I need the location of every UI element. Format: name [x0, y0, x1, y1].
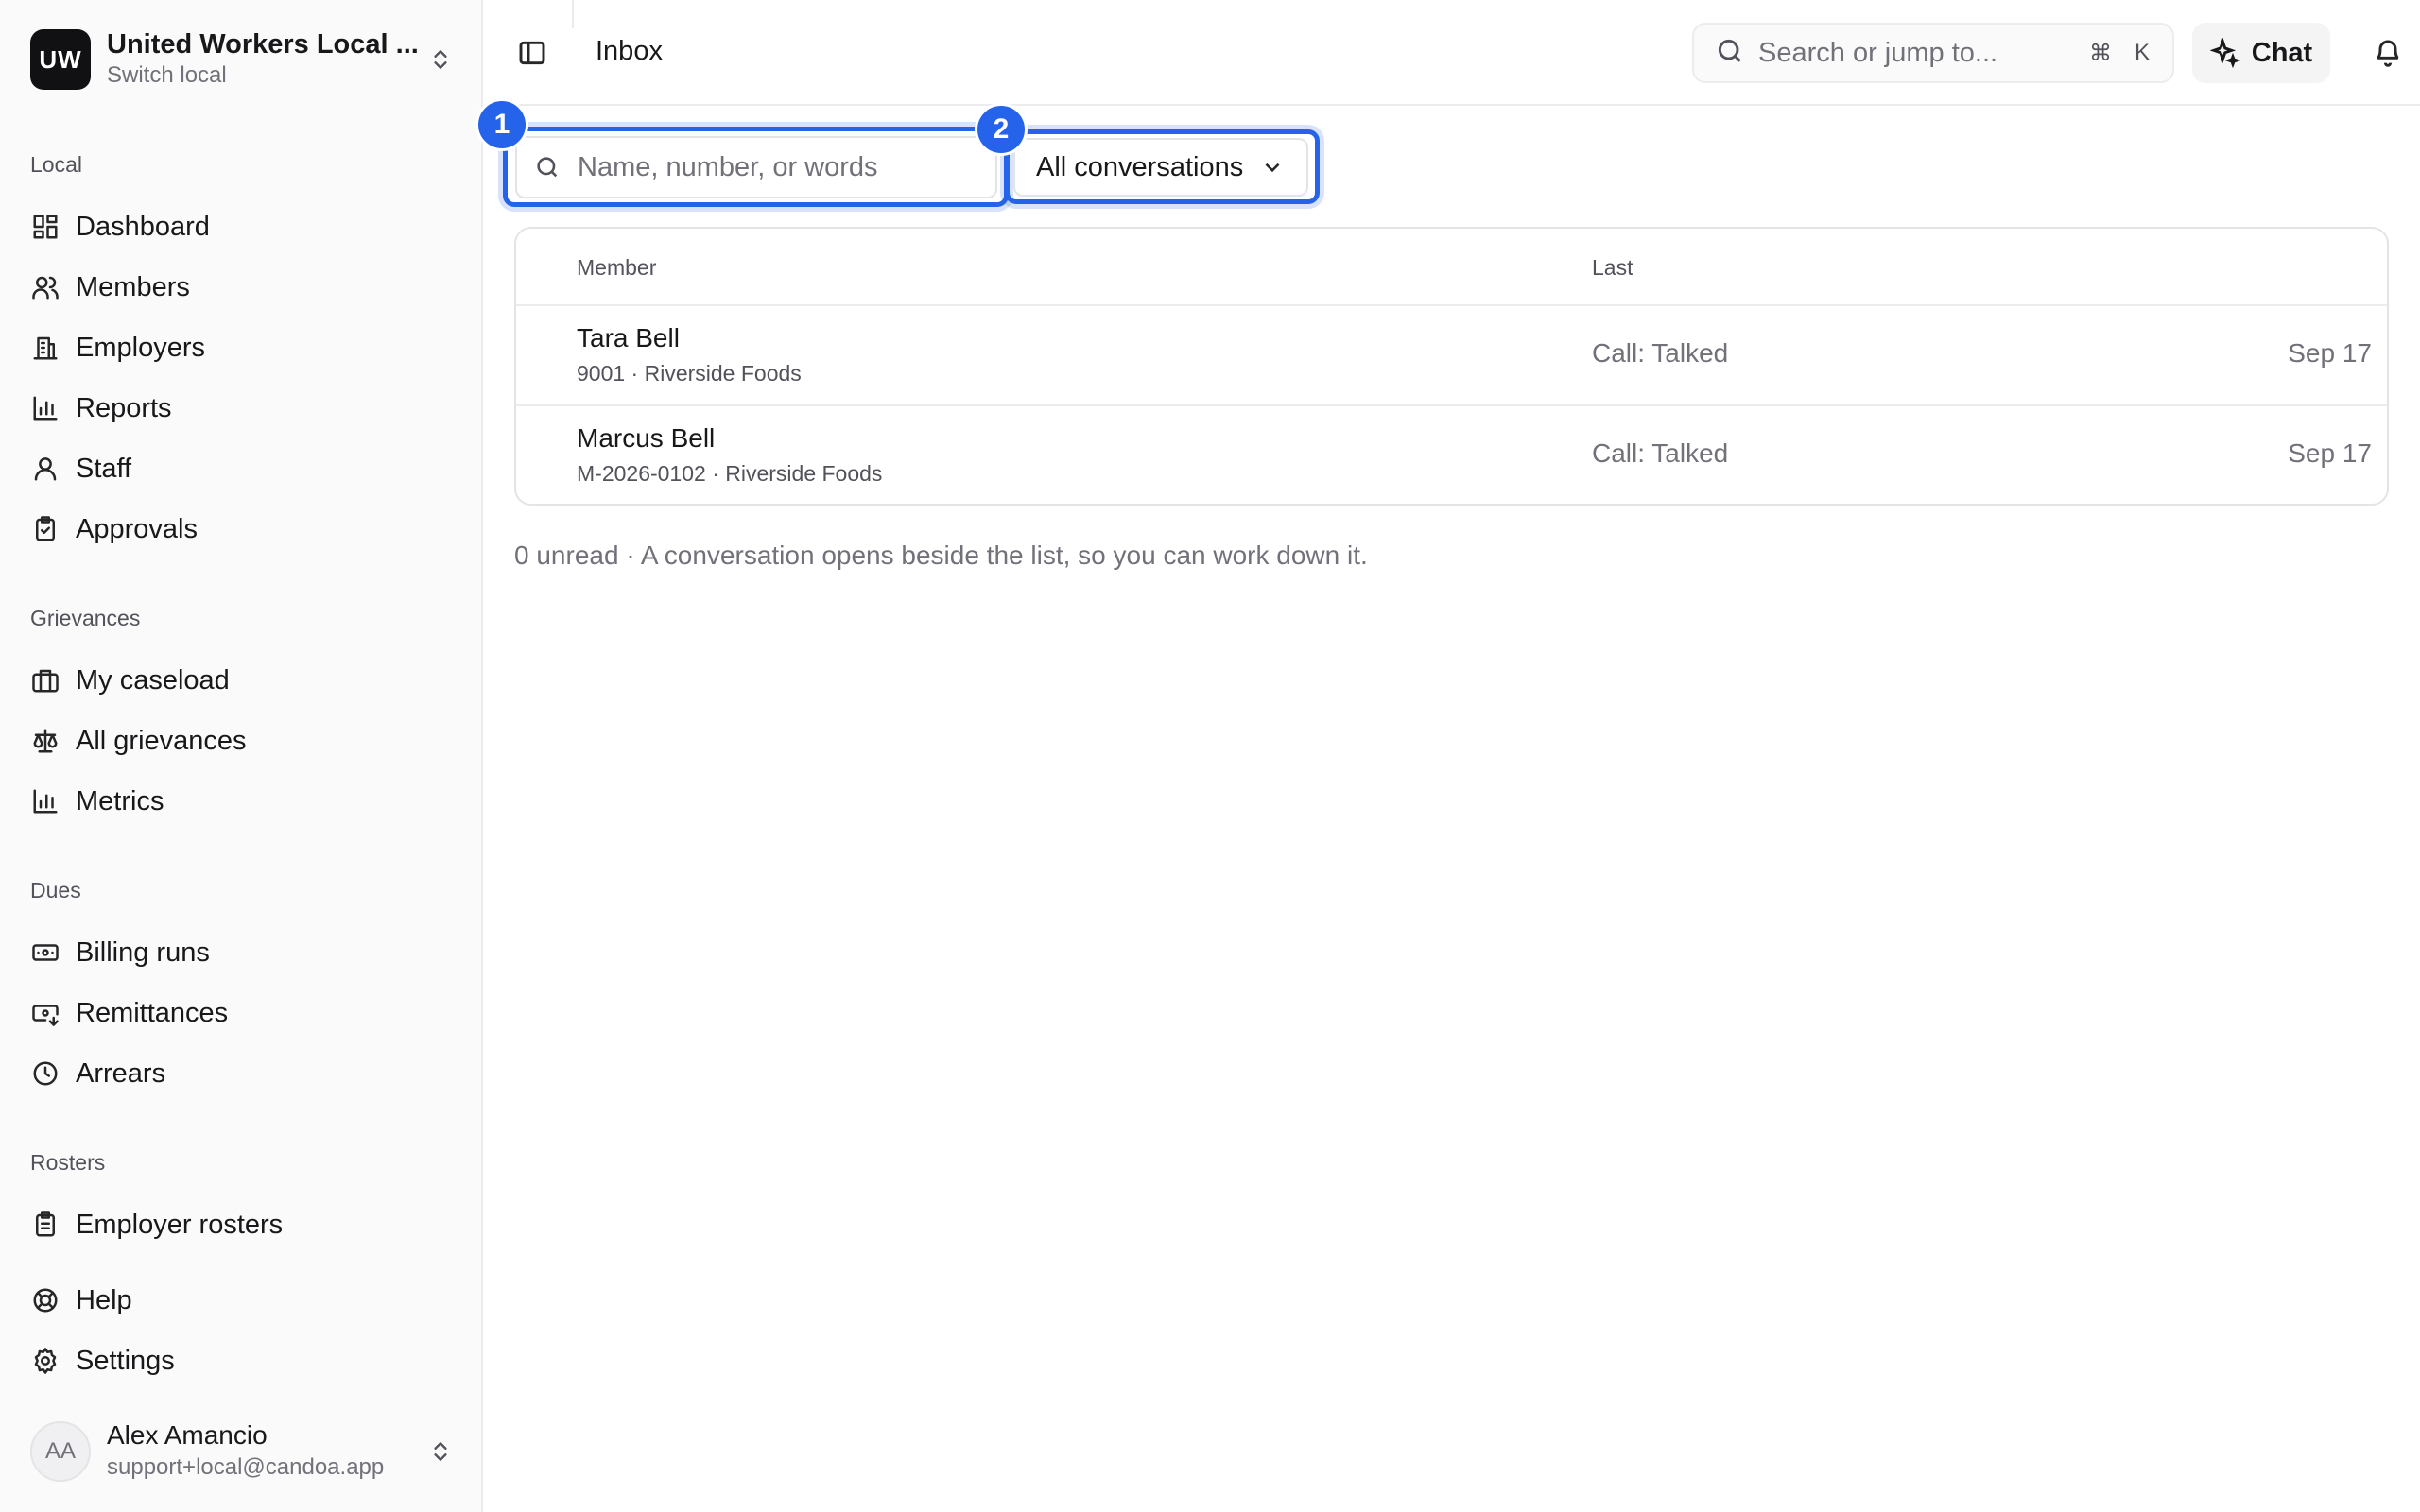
sidebar-item-label: Settings	[76, 1345, 175, 1376]
panel-left-icon	[519, 41, 545, 65]
sidebar-item-label: Employers	[76, 332, 205, 363]
member-name: Marcus Bell	[577, 423, 716, 453]
user-icon	[30, 454, 60, 484]
chevron-down-icon	[1265, 163, 1280, 173]
scale-icon	[30, 726, 60, 756]
chat-button[interactable]: Chat	[2192, 23, 2330, 83]
clipboard-check-icon	[30, 514, 60, 544]
last-date: Sep 17	[2288, 338, 2372, 368]
sidebar-item-reports[interactable]: Reports	[30, 384, 454, 433]
user-menu[interactable]: AA Alex Amancio support+local@candoa.app	[30, 1418, 454, 1486]
sidebar-item-label: Remittances	[76, 997, 229, 1028]
user-email: support+local@candoa.app	[107, 1454, 385, 1480]
section-label-rosters: Rosters	[30, 1150, 106, 1175]
sparkles-icon	[2209, 38, 2240, 68]
chevron-updown-icon	[427, 41, 454, 78]
dashboard-icon	[30, 212, 60, 242]
sidebar-item-label: Staff	[76, 453, 132, 484]
sidebar-item-help[interactable]: Help	[30, 1276, 454, 1325]
search-icon	[1715, 36, 1745, 71]
sidebar-item-approvals[interactable]: Approvals	[30, 505, 454, 554]
last-activity: Call: Talked	[1592, 438, 1729, 468]
sidebar-item-my-caseload[interactable]: My caseload	[30, 656, 454, 705]
notifications-button[interactable]	[2369, 34, 2407, 72]
breadcrumb: Inbox	[596, 36, 663, 66]
top-bar: Inbox Search or jump to... ⌘ K Chat	[485, 0, 2420, 106]
avatar: AA	[30, 1421, 91, 1482]
shortcut-key: K	[2134, 40, 2150, 65]
sidebar-item-label: Approvals	[76, 513, 198, 544]
sidebar-item-staff[interactable]: Staff	[30, 444, 454, 493]
global-search-placeholder: Search or jump to...	[1758, 37, 1998, 68]
member-details: 9001 · Riverside Foods	[577, 361, 802, 386]
users-icon	[30, 272, 60, 302]
member-details: M-2026-0102 · Riverside Foods	[577, 461, 883, 486]
sidebar-item-dashboard[interactable]: Dashboard	[30, 202, 454, 251]
banknote-arrow-icon	[30, 998, 60, 1028]
column-header-member: Member	[577, 255, 657, 280]
sidebar: UW United Workers Local ... Switch local…	[0, 0, 483, 1512]
sidebar-item-label: Employer rosters	[76, 1209, 284, 1240]
step-badge-1: 1	[475, 98, 528, 151]
user-name: Alex Amancio	[107, 1420, 268, 1450]
inbox-footnote: 0 unread · A conversation opens beside t…	[514, 541, 1368, 570]
column-header-last: Last	[1592, 255, 1634, 280]
bar-chart-icon	[30, 786, 60, 816]
org-name: United Workers Local ...	[107, 29, 419, 60]
sidebar-item-label: All grievances	[76, 725, 247, 756]
sidebar-item-label: Reports	[76, 392, 172, 423]
sidebar-item-employer-rosters[interactable]: Employer rosters	[30, 1200, 454, 1249]
sidebar-item-label: Billing runs	[76, 936, 210, 968]
step-badge-2: 2	[975, 103, 1028, 156]
bell-icon	[2377, 40, 2399, 67]
divider	[572, 0, 574, 28]
chat-label: Chat	[2251, 37, 2313, 68]
sidebar-item-remittances[interactable]: Remittances	[30, 988, 454, 1038]
conversation-search-placeholder: Name, number, or words	[578, 151, 878, 182]
banknote-icon	[30, 937, 60, 968]
org-switcher[interactable]: UW United Workers Local ... Switch local	[30, 27, 454, 92]
member-name: Tara Bell	[577, 323, 680, 352]
last-activity: Call: Talked	[1592, 338, 1729, 368]
org-logo: UW	[30, 29, 91, 90]
sidebar-item-label: Help	[76, 1284, 132, 1315]
sidebar-item-billing-runs[interactable]: Billing runs	[30, 928, 454, 977]
sidebar-item-arrears[interactable]: Arrears	[30, 1049, 454, 1098]
sidebar-item-settings[interactable]: Settings	[30, 1336, 454, 1385]
select-value: All conversations	[1036, 151, 1244, 182]
sidebar-item-metrics[interactable]: Metrics	[30, 777, 454, 826]
sidebar-item-label: Metrics	[76, 785, 164, 816]
conversations-table: Member Last Tara Bell 9001 · Riverside F…	[514, 227, 2389, 506]
global-search[interactable]: Search or jump to... ⌘ K	[1692, 23, 2174, 83]
lifebuoy-icon	[30, 1285, 60, 1315]
sidebar-item-all-grievances[interactable]: All grievances	[30, 716, 454, 765]
conversation-filter-select[interactable]: All conversations	[1013, 138, 1308, 197]
chevron-updown-icon	[427, 1433, 454, 1470]
sidebar-item-label: Arrears	[76, 1057, 166, 1089]
shortcut-cmd: ⌘	[2088, 40, 2112, 66]
table-row[interactable]: Marcus Bell M-2026-0102 · Riverside Food…	[516, 406, 2387, 504]
org-subtitle: Switch local	[107, 62, 227, 88]
sidebar-toggle-button[interactable]	[513, 34, 551, 72]
sidebar-item-members[interactable]: Members	[30, 263, 454, 312]
section-label-dues: Dues	[30, 878, 81, 902]
clock-icon	[30, 1058, 60, 1089]
search-icon	[537, 157, 558, 178]
section-label-grievances: Grievances	[30, 606, 141, 630]
sidebar-item-label: Members	[76, 271, 190, 302]
gear-icon	[30, 1346, 60, 1376]
table-row[interactable]: Tara Bell 9001 · Riverside Foods Call: T…	[516, 306, 2387, 404]
clipboard-list-icon	[30, 1210, 60, 1240]
briefcase-icon	[30, 665, 60, 696]
sidebar-item-label: Dashboard	[76, 211, 210, 242]
section-label-local: Local	[30, 152, 82, 177]
conversation-search-input[interactable]: Name, number, or words	[515, 136, 997, 198]
sidebar-item-employers[interactable]: Employers	[30, 323, 454, 372]
bar-chart-icon	[30, 393, 60, 423]
last-date: Sep 17	[2288, 438, 2372, 468]
building-icon	[30, 333, 60, 363]
sidebar-item-label: My caseload	[76, 664, 230, 696]
